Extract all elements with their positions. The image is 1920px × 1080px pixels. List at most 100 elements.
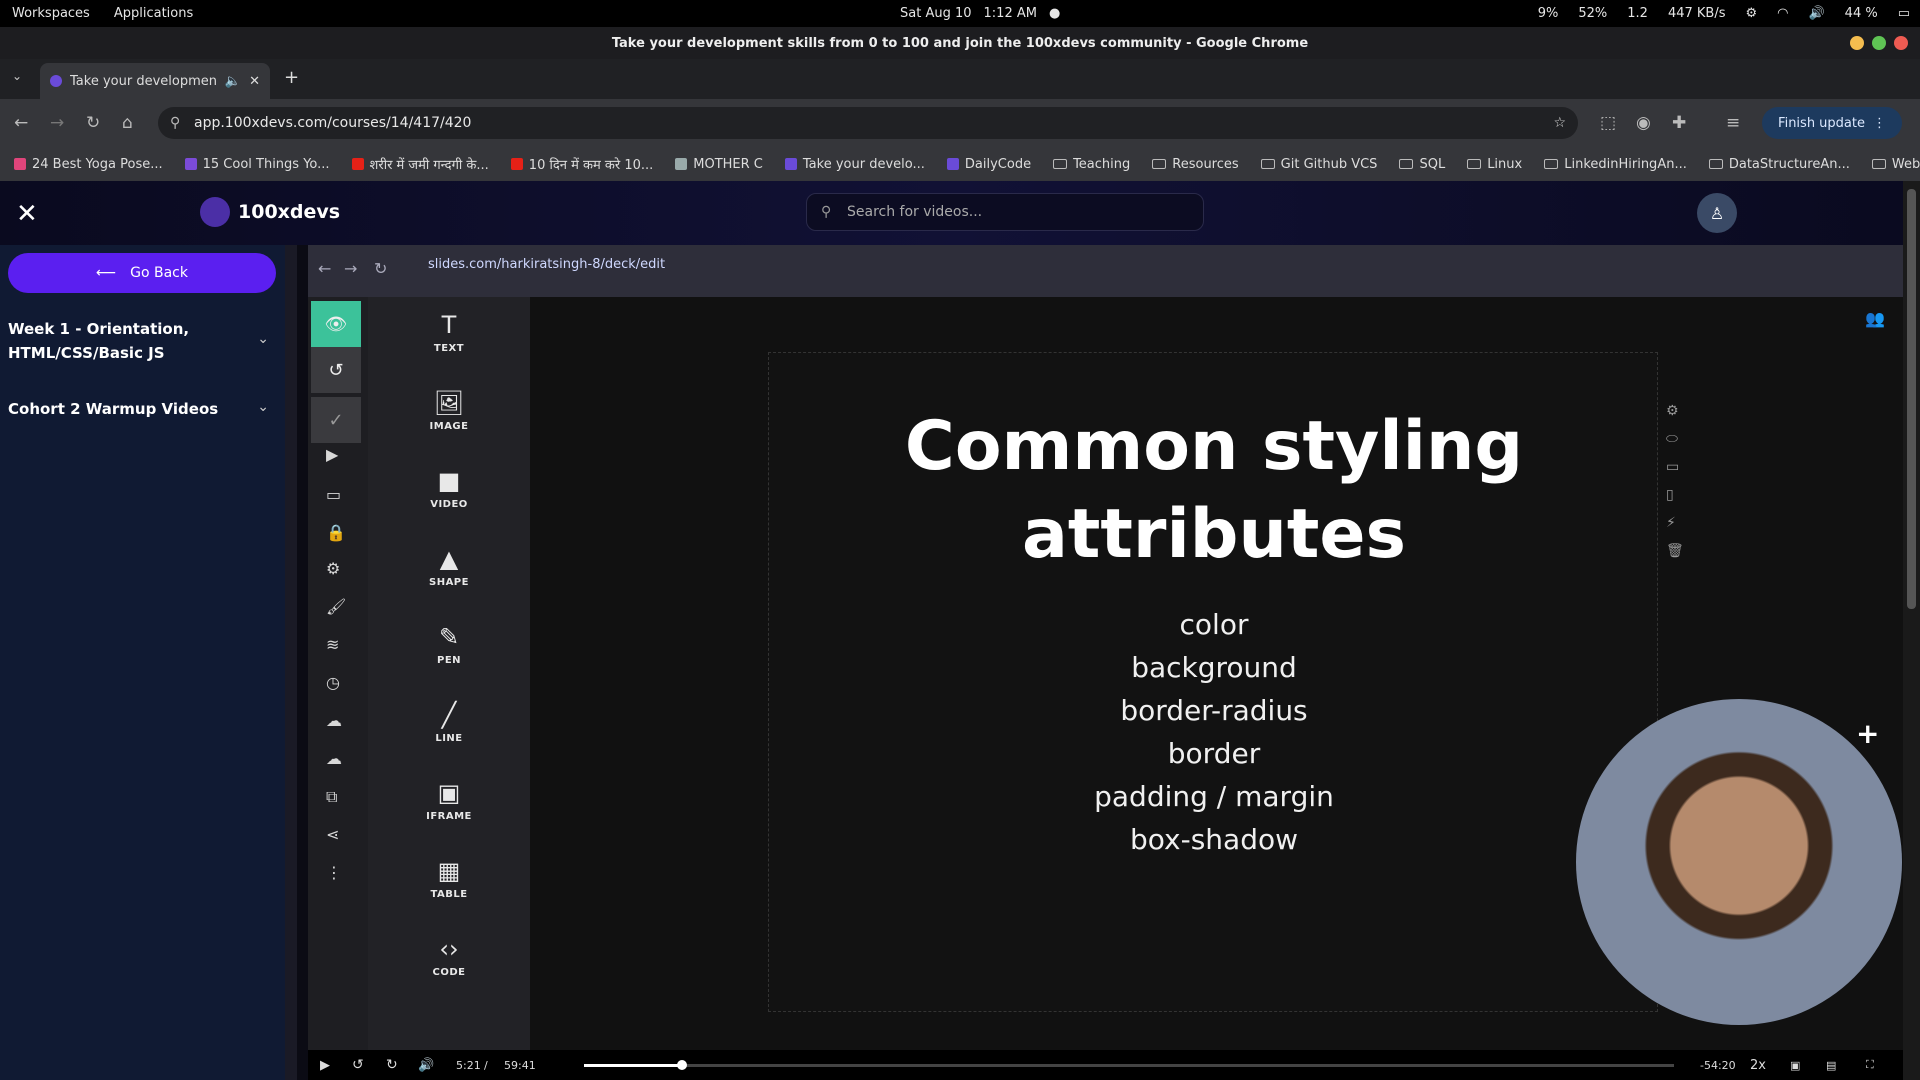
page-scrollbar[interactable] — [1903, 181, 1920, 1080]
seek-bar[interactable] — [584, 1060, 1674, 1070]
window-title-bar: Take your development skills from 0 to 1… — [0, 27, 1920, 59]
url-text: app.100xdevs.com/courses/14/417/420 — [194, 115, 472, 131]
pip-icon[interactable]: ▣ — [1790, 1059, 1800, 1072]
new-tab-icon[interactable]: + — [284, 67, 299, 88]
settings-gear-icon[interactable]: ⚙ — [1745, 6, 1757, 21]
line-icon: ╱ — [441, 701, 457, 729]
bookmark-label: Resources — [1172, 156, 1239, 172]
volume-icon[interactable]: 🔊 — [1808, 6, 1824, 21]
chevron-down-icon[interactable]: ⌄ — [257, 399, 269, 415]
tab-list-chevron-icon[interactable]: ⌄ — [12, 69, 22, 83]
bookmark-item[interactable]: 24 Best Yoga Pose... — [14, 157, 163, 172]
tab-active[interactable]: Take your development s 🔈 ✕ — [40, 63, 270, 99]
bookmark-item[interactable]: 15 Cool Things Yo... — [184, 156, 330, 172]
tab-audio-icon[interactable]: 🔈 — [225, 74, 241, 89]
brand-logo[interactable]: 100xdevs — [200, 197, 340, 227]
section-warmup[interactable]: Cohort 2 Warmup Videos — [8, 397, 248, 421]
sidebar-scrollbar[interactable] — [285, 245, 297, 1080]
bookmark-item[interactable]: शरीर में जमी गन्दगी के... — [351, 155, 489, 173]
element-label: VIDEO — [430, 499, 468, 510]
bookmark-item[interactable]: DailyCode — [946, 156, 1032, 172]
bookmark-item[interactable]: Git Github VCS — [1260, 157, 1377, 172]
workspaces-menu[interactable]: Workspaces — [12, 6, 90, 21]
applications-menu[interactable]: Applications — [114, 6, 193, 21]
network-speed: 447 KB/s — [1667, 6, 1726, 21]
bookmark-item[interactable]: Teaching — [1053, 157, 1130, 172]
bookmark-item[interactable]: Resources — [1152, 156, 1239, 172]
bookmark-item[interactable]: WebDev — [1871, 157, 1920, 172]
app-header: ✕ 100xdevs ⚲ Search for videos... ♙ — [0, 181, 1920, 245]
site-icon — [784, 158, 797, 170]
close-icon[interactable]: ✕ — [16, 199, 38, 229]
search-input[interactable]: ⚲ Search for videos... — [806, 193, 1204, 231]
chrome-ext-icon[interactable]: ◉ — [1636, 113, 1651, 133]
wifi-icon[interactable]: ◠ — [1777, 6, 1788, 21]
minimize-button[interactable] — [1850, 36, 1864, 50]
bookmark-label: DailyCode — [964, 156, 1032, 172]
bookmark-label: LinkedinHiringAn... — [1564, 156, 1687, 172]
reload-icon[interactable]: ↻ — [86, 113, 100, 133]
bookmarks-bar: 24 Best Yoga Pose... 15 Cool Things Yo...… — [0, 147, 1920, 181]
play-button[interactable]: ▶ — [320, 1058, 330, 1073]
pin-icon — [14, 158, 26, 170]
fullscreen-icon[interactable]: ⛶ — [1866, 1058, 1874, 1072]
desktop-icon[interactable]: ▭ — [1898, 6, 1910, 21]
close-window-button[interactable] — [1894, 36, 1908, 50]
go-back-button[interactable]: ⟵ Go Back — [8, 253, 276, 293]
maximize-button[interactable] — [1872, 36, 1886, 50]
section-week-1[interactable]: Week 1 - Orientation, HTML/CSS/Basic JS — [8, 317, 248, 365]
url-bar[interactable]: ⚲ app.100xdevs.com/courses/14/417/420 ☆ — [158, 107, 1578, 139]
bookmark-item[interactable]: MOTHER C — [675, 157, 763, 172]
system-date: Sat Aug 10 — [900, 6, 972, 21]
bookmark-label: 15 Cool Things Yo... — [202, 156, 330, 172]
more-vert-icon[interactable]: ⋮ — [1873, 116, 1886, 131]
layers-icon: ≋ — [326, 635, 340, 654]
course-sidebar: ⟵ Go Back Week 1 - Orientation, HTML/CSS… — [0, 245, 285, 1080]
chevron-down-icon[interactable]: ⌄ — [257, 331, 269, 347]
lock-icon: 🔒 — [326, 523, 346, 542]
bookmark-item[interactable]: LinkedinHiringAn... — [1544, 157, 1687, 172]
bookmark-item[interactable]: 10 दिन में कम करे 10... — [510, 155, 653, 173]
hd-icon[interactable]: ▤ — [1826, 1059, 1836, 1072]
volume-button[interactable]: 🔊 — [418, 1058, 434, 1073]
bookmark-item[interactable]: DataStructureAn... — [1708, 157, 1850, 172]
home-icon[interactable]: ⌂ — [122, 113, 133, 133]
system-time: 1:12 AM — [983, 6, 1037, 21]
youtube-icon — [510, 158, 523, 170]
play-icon: ▶ — [326, 445, 339, 464]
extension-icon[interactable]: ⬚ — [1600, 113, 1616, 133]
window-title: Take your development skills from 0 to 1… — [611, 35, 1309, 51]
add-slide-icon: + — [1856, 717, 1880, 750]
forward-icon[interactable]: ↻ — [386, 1057, 398, 1073]
scrollbar-thumb[interactable] — [1907, 189, 1916, 609]
bookmark-item[interactable]: Take your develo... — [784, 157, 925, 172]
bookmark-item[interactable]: Linux — [1467, 157, 1522, 172]
slide-settings-icon: ⚙ — [1666, 403, 1679, 419]
code-icon: ‹› — [439, 935, 459, 963]
video-reload-icon: ↻ — [374, 259, 388, 278]
cpu-indicator: 9% — [1537, 6, 1559, 21]
video-player[interactable]: ← → ↻ slides.com/harkiratsingh-8/deck/ed… — [308, 245, 1903, 1080]
slides-left-toolbar: 👁 ↺ ✓ ▶ ▭ 🔒 ⚙ 🖌 ≋ ◷ ☁ ☁ ⧉ ⋖ ⋮ — [308, 297, 368, 1057]
seek-knob[interactable] — [677, 1060, 688, 1070]
bookmark-star-icon[interactable]: ☆ — [1553, 115, 1566, 131]
rewind-icon[interactable]: ↺ — [352, 1057, 364, 1073]
media-icon[interactable]: ≡ — [1726, 113, 1740, 133]
finish-update-button[interactable]: Finish update ⋮ — [1762, 107, 1902, 139]
tab-close-icon[interactable]: ✕ — [249, 74, 260, 89]
site-info-icon[interactable]: ⚲ — [170, 115, 180, 131]
folder-icon — [1708, 159, 1723, 169]
slide-title-line-1: Common styling — [904, 407, 1524, 486]
address-toolbar: ← → ↻ ⌂ ⚲ app.100xdevs.com/courses/14/41… — [0, 99, 1920, 147]
system-top-bar: Workspaces Applications Sat Aug 10 1:12 … — [0, 0, 1920, 27]
bookmark-item[interactable]: SQL — [1399, 157, 1445, 172]
user-avatar-button[interactable]: ♙ — [1697, 193, 1737, 233]
back-arrow-icon[interactable]: ← — [14, 113, 28, 133]
brand-name: 100xdevs — [238, 201, 341, 223]
monitor-icon: ▭ — [326, 485, 342, 504]
slide-item: box-shadow — [1129, 823, 1298, 856]
speed-button[interactable]: 2x — [1750, 1058, 1766, 1073]
forward-arrow-icon[interactable]: → — [50, 113, 64, 133]
duplicate-icon: ⧉ — [326, 787, 338, 806]
puzzle-icon[interactable]: ✚ — [1672, 113, 1686, 133]
